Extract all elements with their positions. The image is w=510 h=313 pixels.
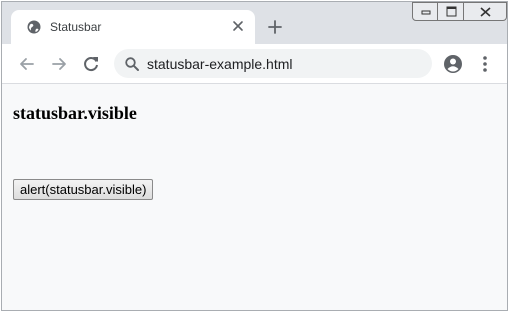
tab-title: Statusbar — [50, 20, 102, 34]
browser-window: Statusbar statusbar-example.html statusb… — [1, 1, 508, 311]
plus-icon[interactable] — [267, 19, 283, 35]
address-bar[interactable]: statusbar-example.html — [114, 49, 432, 78]
minimize-button[interactable] — [412, 2, 438, 21]
browser-toolbar: statusbar-example.html — [2, 44, 507, 84]
close-window-button[interactable] — [463, 2, 507, 21]
page-content: statusbar.visible alert(statusbar.visibl… — [2, 84, 507, 310]
maximize-button[interactable] — [437, 2, 464, 21]
arrow-left-icon[interactable] — [16, 53, 38, 75]
alert-statusbar-button[interactable]: alert(statusbar.visible) — [13, 179, 154, 200]
globe-icon — [27, 20, 41, 34]
more-vertical-icon[interactable] — [474, 53, 496, 75]
url-text: statusbar-example.html — [147, 56, 293, 72]
arrow-right-icon[interactable] — [48, 53, 70, 75]
minimize-icon — [421, 10, 431, 15]
page-heading: statusbar.visible — [13, 103, 137, 123]
reload-icon[interactable] — [80, 53, 102, 75]
close-icon — [480, 7, 491, 17]
close-icon[interactable] — [230, 18, 246, 34]
account-icon[interactable] — [442, 53, 464, 75]
search-icon — [124, 56, 140, 72]
maximize-icon — [446, 6, 457, 17]
title-bar: Statusbar — [2, 2, 507, 44]
tab-statusbar[interactable]: Statusbar — [11, 10, 255, 44]
